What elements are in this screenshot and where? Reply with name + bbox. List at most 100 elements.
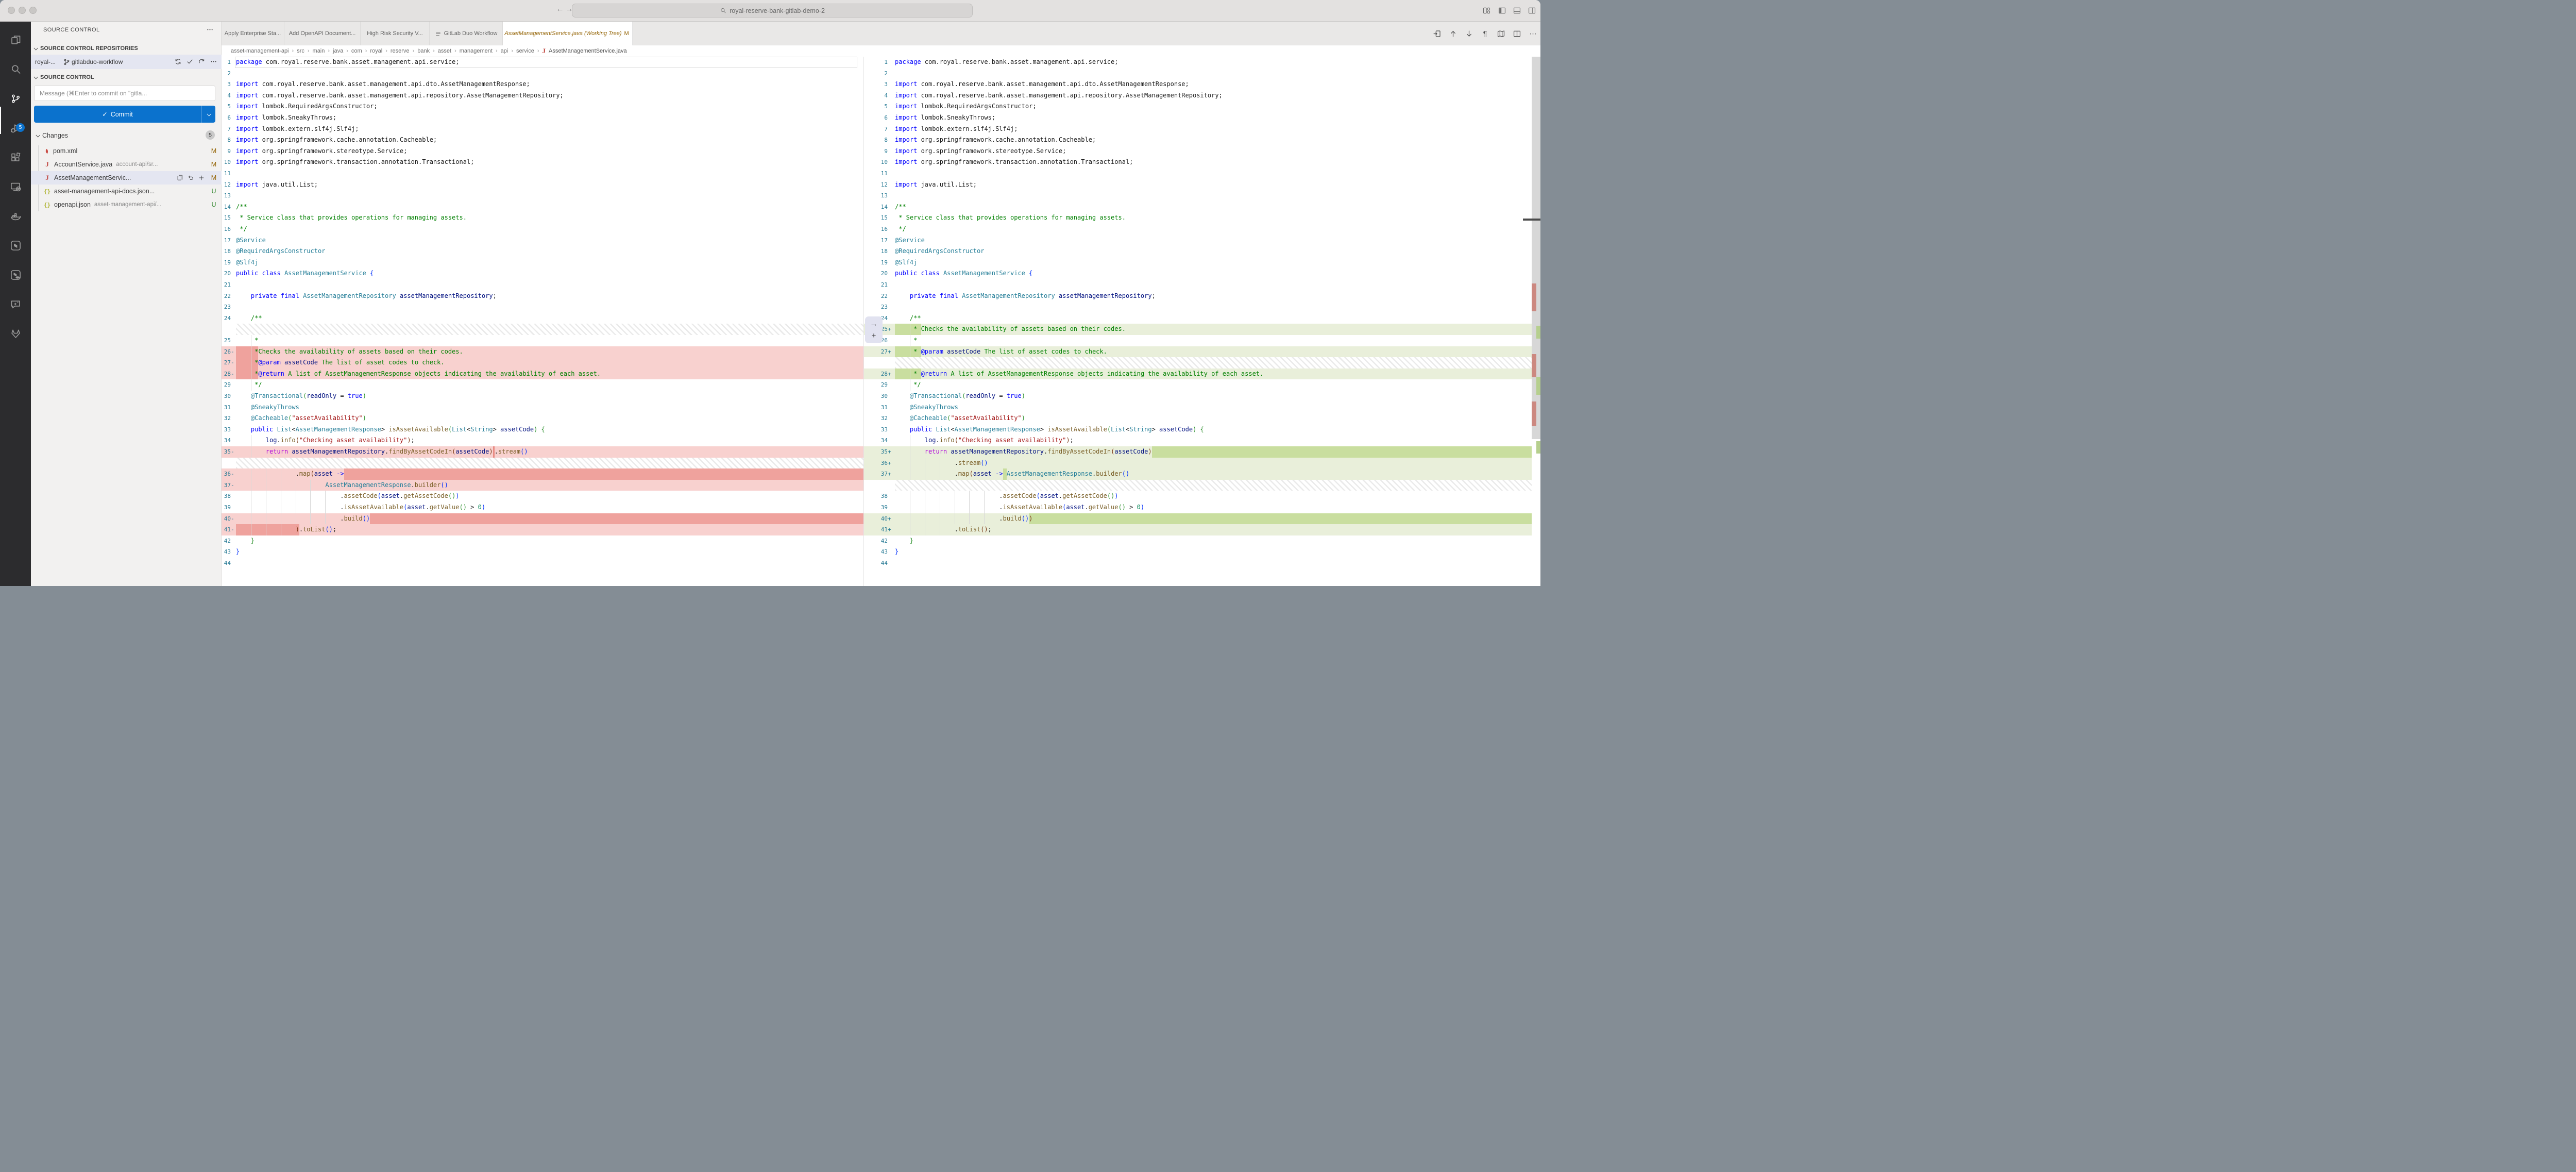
changes-section-header[interactable]: Changes bbox=[36, 132, 68, 139]
code-line-11: 11 bbox=[222, 168, 863, 179]
activity-item-terraform[interactable] bbox=[10, 240, 22, 252]
breadcrumb-item[interactable]: com bbox=[351, 48, 362, 54]
editor-tab[interactable]: JAssetManagementService.java (Working Tr… bbox=[503, 22, 633, 45]
code-line-7: 7import lombok.extern.slf4j.Slf4j; bbox=[222, 124, 863, 135]
breadcrumb-item[interactable]: main bbox=[313, 48, 325, 54]
breadcrumb-item[interactable]: src bbox=[297, 48, 304, 54]
code-line-38: 38 .assetCode(asset.getAssetCode()) bbox=[864, 491, 1532, 502]
breadcrumb-separator: › bbox=[308, 48, 310, 54]
code-line-38: 38 .assetCode(asset.getAssetCode()) bbox=[222, 491, 863, 502]
activity-item-source-control[interactable] bbox=[10, 93, 22, 105]
code-line-44: 44 bbox=[222, 558, 863, 569]
breadcrumb-item[interactable]: asset bbox=[438, 48, 451, 54]
activity-item-search[interactable] bbox=[10, 63, 22, 75]
command-center-search[interactable]: royal-reserve-bank-gitlab-demo-2 bbox=[572, 4, 973, 18]
code-line-39: 39 .isAssetAvailable(asset.getValue() > … bbox=[222, 502, 863, 513]
toggle-panel-icon[interactable] bbox=[1513, 6, 1521, 15]
tab-label: GitLab Duo Workflow bbox=[444, 30, 498, 37]
check-icon[interactable] bbox=[186, 58, 194, 65]
overview-ruler[interactable] bbox=[1532, 57, 1540, 586]
editor-tab[interactable]: High Risk Security V... bbox=[361, 22, 430, 45]
activity-item-extensions[interactable] bbox=[10, 152, 22, 163]
refresh-icon[interactable] bbox=[198, 58, 206, 65]
diff-original-pane[interactable]: 1package com.royal.reserve.bank.asset.ma… bbox=[222, 57, 863, 586]
editor-tab[interactable]: GitLab Duo Workflow bbox=[430, 22, 503, 45]
breadcrumb-separator: › bbox=[365, 48, 367, 54]
next-change-icon[interactable] bbox=[1465, 29, 1473, 38]
json-file-icon: {} bbox=[43, 188, 51, 195]
stage-block-icon[interactable]: + bbox=[872, 332, 876, 340]
zoom-window-button[interactable] bbox=[29, 7, 37, 14]
commit-button[interactable]: ✓ Commit bbox=[34, 106, 215, 123]
sync-icon[interactable] bbox=[174, 58, 182, 65]
more-icon[interactable] bbox=[210, 58, 217, 65]
code-line-27: 27- *@param assetCode The list of asset … bbox=[222, 357, 863, 369]
source-control-sidebar: SOURCE CONTROL SOURCE CONTROL REPOSITORI… bbox=[31, 22, 222, 586]
activity-item-docker[interactable] bbox=[10, 210, 22, 222]
code-line-42: 42 } bbox=[222, 535, 863, 547]
map-icon[interactable] bbox=[1497, 29, 1505, 38]
breadcrumb: asset-management-api›src›main›java›com›r… bbox=[222, 45, 1540, 57]
section-source-control[interactable]: SOURCE CONTROL bbox=[34, 74, 94, 80]
activity-item-remote-explorer[interactable] bbox=[10, 181, 22, 193]
diff-editor[interactable]: 1package com.royal.reserve.bank.asset.ma… bbox=[222, 57, 1540, 586]
titlebar: ← → royal-reserve-bank-gitlab-demo-2 bbox=[0, 0, 1540, 22]
previous-change-icon[interactable] bbox=[1449, 29, 1458, 38]
chevron-down-icon bbox=[36, 133, 40, 137]
activity-item-explorer[interactable] bbox=[10, 34, 22, 46]
close-window-button[interactable] bbox=[8, 7, 15, 14]
open-file-icon[interactable] bbox=[176, 174, 183, 181]
code-line-11: 11 bbox=[864, 168, 1532, 179]
breadcrumb-item[interactable]: api bbox=[501, 48, 509, 54]
repository-row[interactable]: royal-... gitlabduo-workflow bbox=[31, 55, 222, 69]
open-changes-icon[interactable] bbox=[1433, 29, 1442, 38]
split-editor-icon[interactable] bbox=[1513, 29, 1521, 38]
toggle-secondary-sidebar-icon[interactable] bbox=[1528, 6, 1536, 15]
tab-modified-badge: M bbox=[624, 30, 629, 37]
breadcrumb-item[interactable]: java bbox=[333, 48, 343, 54]
activity-item-gitlab-duo-chat[interactable] bbox=[10, 298, 22, 310]
code-line-29: 29 */ bbox=[222, 379, 863, 391]
breadcrumb-item[interactable]: service bbox=[516, 48, 534, 54]
diff-filler-row bbox=[864, 357, 1532, 369]
breadcrumb-item[interactable]: royal bbox=[370, 48, 382, 54]
breadcrumb-file[interactable]: AssetManagementService.java bbox=[549, 48, 627, 54]
file-name: openapi.json bbox=[54, 201, 91, 208]
breadcrumb-item[interactable]: bank bbox=[417, 48, 430, 54]
more-actions-icon[interactable]: ⋯ bbox=[1529, 29, 1537, 38]
minimize-window-button[interactable] bbox=[19, 7, 26, 14]
revert-block-icon[interactable]: → bbox=[870, 320, 878, 328]
activity-item-terraform-cloud[interactable] bbox=[10, 269, 22, 281]
changed-file-row[interactable]: JAssetManagementServic...M bbox=[31, 171, 222, 185]
code-line-3: 3import com.royal.reserve.bank.asset.man… bbox=[222, 79, 863, 90]
section-repositories[interactable]: SOURCE CONTROL REPOSITORIES bbox=[34, 45, 138, 52]
changed-file-row[interactable]: {}openapi.jsonasset-management-api/...U bbox=[31, 198, 222, 211]
changed-file-row[interactable]: {}asset-management-api-docs.json...U bbox=[31, 185, 222, 198]
commit-message-input[interactable] bbox=[34, 86, 215, 101]
code-line-5: 5import lombok.RequiredArgsConstructor; bbox=[222, 101, 863, 112]
stage-icon[interactable] bbox=[198, 174, 205, 181]
changed-file-row[interactable]: JAccountService.javaaccount-api/sr...M bbox=[31, 158, 222, 171]
navigate-back-icon[interactable]: ← bbox=[555, 5, 565, 13]
breadcrumb-item[interactable]: management bbox=[460, 48, 493, 54]
toggle-primary-sidebar-icon[interactable] bbox=[1498, 6, 1506, 15]
activity-item-gitlab[interactable] bbox=[10, 328, 22, 340]
search-query: royal-reserve-bank-gitlab-demo-2 bbox=[730, 7, 825, 14]
code-line-12: 12import java.util.List; bbox=[864, 179, 1532, 191]
changed-file-row[interactable]: pom.xmlM bbox=[31, 144, 222, 158]
sidebar-more-actions-icon[interactable] bbox=[206, 26, 214, 34]
editor-tab[interactable]: Apply Enterprise Sta... bbox=[222, 22, 284, 45]
code-line-3: 3import com.royal.reserve.bank.asset.man… bbox=[864, 79, 1532, 90]
breadcrumb-separator: › bbox=[496, 48, 498, 54]
breadcrumb-item[interactable]: asset-management-api bbox=[231, 48, 289, 54]
toggle-whitespace-icon[interactable]: ¶ bbox=[1481, 29, 1489, 38]
diff-modified-pane[interactable]: 1package com.royal.reserve.bank.asset.ma… bbox=[864, 57, 1532, 586]
code-line-41: 41+ .toList(); bbox=[864, 524, 1532, 535]
editor-tab[interactable]: Add OpenAPI Document... bbox=[284, 22, 361, 45]
code-line-29: 29 */ bbox=[864, 379, 1532, 391]
commit-dropdown-button[interactable] bbox=[201, 106, 215, 123]
customize-layout-icon[interactable] bbox=[1482, 6, 1491, 15]
code-line-32: 32 @Cacheable("assetAvailability") bbox=[864, 413, 1532, 424]
breadcrumb-item[interactable]: reserve bbox=[391, 48, 410, 54]
discard-icon[interactable] bbox=[187, 174, 194, 181]
